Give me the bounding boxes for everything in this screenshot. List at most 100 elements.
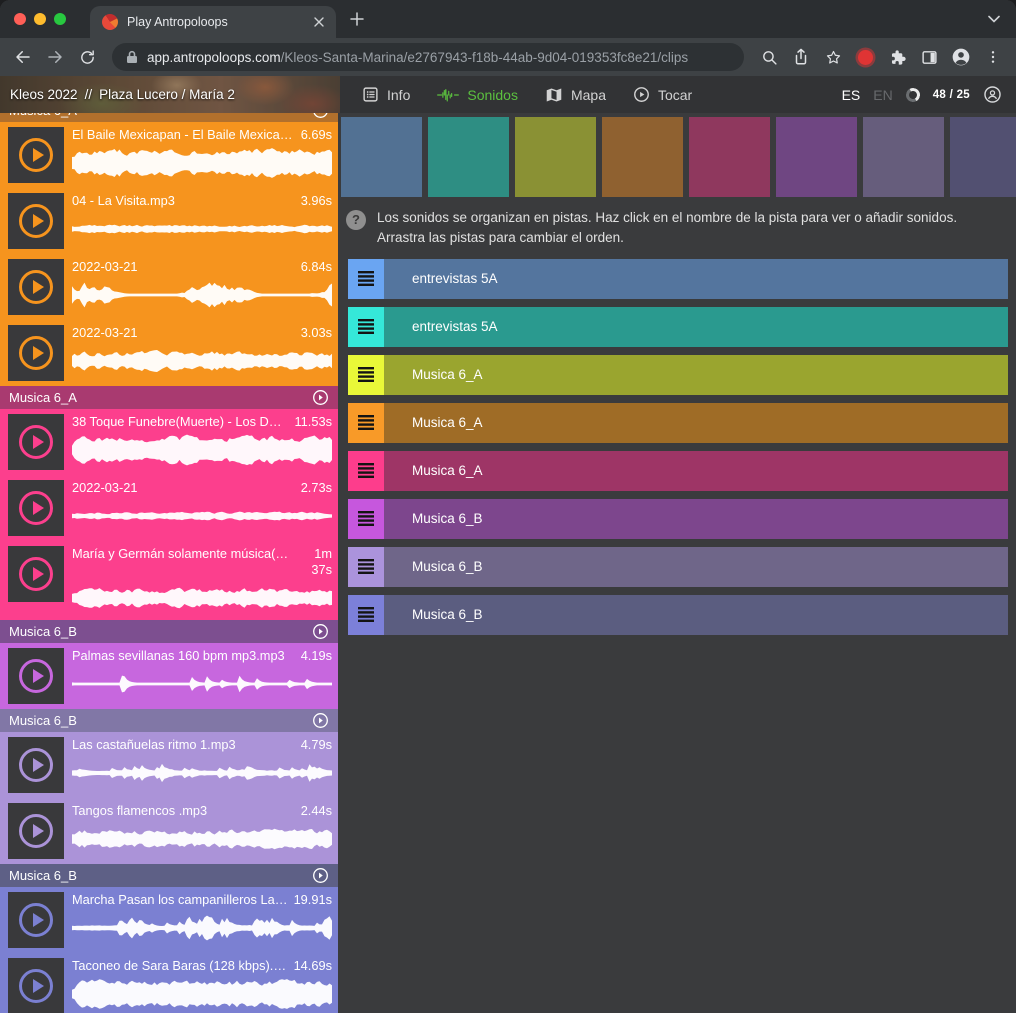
tab-info[interactable]: Info [362, 86, 410, 103]
track-section-name: Musica 6_B [9, 713, 77, 728]
track-name-button[interactable]: Musica 6_B [384, 499, 1008, 539]
track-section-header[interactable]: Musica 6_B [0, 864, 338, 887]
play-button[interactable] [8, 325, 64, 381]
drag-handle[interactable] [348, 547, 384, 587]
clip-title-row: El Baile Mexicapan - El Baile Mexicapan.… [72, 127, 332, 143]
expand-circle-icon[interactable] [312, 867, 329, 884]
track-name-button[interactable]: entrevistas 5A [384, 307, 1008, 347]
drag-handle[interactable] [348, 259, 384, 299]
play-button[interactable] [8, 127, 64, 183]
track-section-name: Musica 6_A [9, 113, 77, 118]
drag-handle[interactable] [348, 355, 384, 395]
play-button[interactable] [8, 648, 64, 704]
track-color-swatch[interactable] [776, 117, 857, 197]
drag-handle[interactable] [348, 403, 384, 443]
tab-search-chevron-icon[interactable] [988, 15, 1000, 23]
browser-tab[interactable]: Play Antropoloops [90, 6, 336, 38]
track-row: entrevistas 5A [348, 307, 1008, 347]
drag-bars-icon [358, 463, 374, 478]
track-color-swatch[interactable] [950, 117, 1016, 197]
browser-toolbar: app.antropoloops.com/Kleos-Santa-Marina/… [0, 38, 1016, 76]
track-name-button[interactable]: Musica 6_A [384, 403, 1008, 443]
zoom-window-button[interactable] [54, 13, 66, 25]
clip-name: 38 Toque Funebre(Muerte) - Los Doce Par.… [72, 414, 289, 430]
play-button[interactable] [8, 193, 64, 249]
clip-duration: 3.96s [301, 193, 332, 209]
drag-handle[interactable] [348, 307, 384, 347]
clip-body: Palmas sevillanas 160 bpm mp3.mp34.19s [72, 648, 332, 704]
tab-mapa[interactable]: Mapa [545, 87, 606, 103]
back-button[interactable] [8, 42, 38, 72]
expand-circle-icon[interactable] [312, 623, 329, 640]
extensions-puzzle-icon[interactable] [882, 42, 912, 72]
play-button[interactable] [8, 958, 64, 1013]
track-color-swatch[interactable] [689, 117, 770, 197]
minimize-window-button[interactable] [34, 13, 46, 25]
track-section-header[interactable]: Musica 6_B [0, 620, 338, 643]
tab-tocar[interactable]: Tocar [633, 86, 692, 103]
expand-circle-icon[interactable] [312, 712, 329, 729]
browser-menu-button[interactable] [978, 42, 1008, 72]
track-row: Musica 6_B [348, 499, 1008, 539]
language-es-button[interactable]: ES [842, 87, 861, 103]
address-bar[interactable]: app.antropoloops.com/Kleos-Santa-Marina/… [112, 43, 744, 71]
language-en-button[interactable]: EN [873, 87, 892, 103]
side-panel-button[interactable] [914, 42, 944, 72]
breadcrumb-scene[interactable]: Plaza Lucero / María 2 [99, 87, 235, 102]
track-name-button[interactable]: Musica 6_B [384, 547, 1008, 587]
drag-handle[interactable] [348, 595, 384, 635]
track-name-button[interactable]: Musica 6_A [384, 355, 1008, 395]
track-color-swatch[interactable] [863, 117, 944, 197]
breadcrumb[interactable]: Kleos 2022 // Plaza Lucero / María 2 [0, 76, 340, 113]
play-button[interactable] [8, 803, 64, 859]
drag-handle[interactable] [348, 451, 384, 491]
play-button[interactable] [8, 480, 64, 536]
new-tab-button[interactable] [350, 12, 364, 26]
track-section-header[interactable]: Musica 6_A [0, 386, 338, 409]
profile-avatar[interactable] [946, 42, 976, 72]
track-name-button[interactable]: entrevistas 5A [384, 259, 1008, 299]
track-color-swatch[interactable] [602, 117, 683, 197]
track-section-header[interactable]: Musica 6_B [0, 709, 338, 732]
expand-circle-icon[interactable] [312, 113, 329, 119]
expand-circle-icon[interactable] [312, 389, 329, 406]
clip-body: 2022-03-216.84s [72, 259, 332, 315]
track-section-header[interactable]: Musica 6_A [0, 113, 338, 122]
play-button[interactable] [8, 414, 64, 470]
track-name-button[interactable]: Musica 6_B [384, 595, 1008, 635]
tab-title: Play Antropoloops [127, 15, 305, 29]
play-button[interactable] [8, 259, 64, 315]
account-icon[interactable] [983, 85, 1002, 104]
play-button[interactable] [8, 737, 64, 793]
track-name-button[interactable]: Musica 6_A [384, 451, 1008, 491]
clip-body: Marcha Pasan los campanilleros Las Mejor… [72, 892, 332, 948]
play-triangle-icon [33, 501, 44, 515]
play-ring-icon [19, 748, 53, 782]
clips-sidebar: Musica 6_A El Baile Mexicapan - El Baile … [0, 113, 338, 1013]
track-color-swatch[interactable] [428, 117, 509, 197]
drag-handle[interactable] [348, 499, 384, 539]
record-extension-icon[interactable] [850, 42, 880, 72]
bookmark-star-button[interactable] [818, 42, 848, 72]
drag-bars-icon [358, 367, 374, 382]
share-button[interactable] [786, 42, 816, 72]
track-color-swatch[interactable] [515, 117, 596, 197]
play-ring-icon [19, 814, 53, 848]
close-tab-icon[interactable] [314, 17, 324, 27]
clip-body: Taconeo de Sara Baras (128 kbps).mp314.6… [72, 958, 332, 1013]
loading-spinner-icon [904, 86, 921, 103]
reload-button[interactable] [72, 42, 102, 72]
play-button[interactable] [8, 892, 64, 948]
clip-row: 2022-03-213.03s [0, 320, 338, 386]
close-window-button[interactable] [14, 13, 26, 25]
breadcrumb-project[interactable]: Kleos 2022 [10, 87, 78, 102]
drag-bars-icon [358, 271, 374, 286]
app-header: Kleos 2022 // Plaza Lucero / María 2 Inf… [0, 76, 1016, 113]
track-color-swatch[interactable] [341, 117, 422, 197]
zoom-page-icon[interactable] [754, 42, 784, 72]
clip-title-row: Taconeo de Sara Baras (128 kbps).mp314.6… [72, 958, 332, 974]
tab-sonidos[interactable]: Sonidos [437, 87, 518, 103]
forward-button[interactable] [40, 42, 70, 72]
clip-name: Las castañuelas ritmo 1.mp3 [72, 737, 236, 753]
play-button[interactable] [8, 546, 64, 602]
